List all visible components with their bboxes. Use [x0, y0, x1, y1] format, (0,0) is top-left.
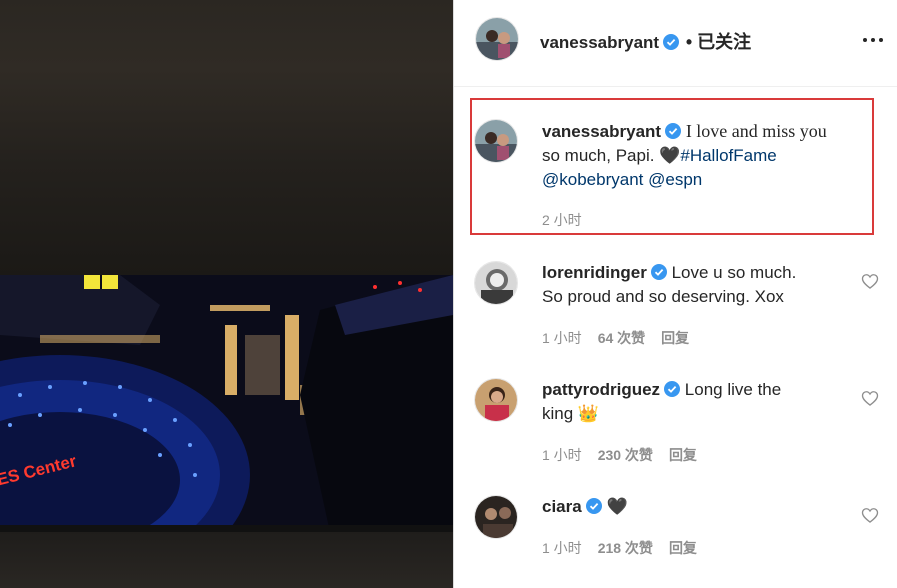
more-options-icon[interactable]: [863, 38, 883, 42]
verified-badge-icon: [665, 123, 682, 139]
arena-aerial-image: ES Center: [0, 275, 453, 532]
comment-body: So proud and so deserving. Xox: [542, 287, 784, 306]
author-line: vanessabryant • 已关注: [540, 28, 751, 54]
media-dark-bottom: [0, 532, 453, 588]
caption-meta: 2 小时: [542, 210, 598, 230]
comment-body: king 👑: [542, 404, 600, 423]
verified-badge-icon: [663, 34, 680, 50]
black-heart-emoji: 🖤: [659, 146, 681, 165]
comment-body: 🖤: [606, 497, 628, 516]
verified-badge-icon: [650, 264, 667, 280]
comment-meta: 1 小时 230 次赞 回复: [542, 445, 713, 465]
comment-body: Love u so much.: [671, 263, 797, 282]
post-side-panel: vanessabryant • 已关注 vanessabryant I love…: [454, 0, 897, 588]
media-dark-top: [0, 0, 453, 275]
header-divider: [454, 86, 897, 87]
reply-button[interactable]: 回复: [669, 447, 697, 463]
post-header: vanessabryant • 已关注: [454, 0, 897, 87]
caption-body: so much, Papi.: [542, 146, 655, 165]
verified-badge-icon: [664, 381, 681, 397]
comment-item: ciara 🖤 1 小时 218 次赞 回复: [474, 495, 879, 565]
heart-outline-icon[interactable]: [860, 388, 880, 408]
mention-link[interactable]: @espn: [648, 170, 702, 189]
reply-button[interactable]: 回复: [669, 540, 697, 556]
author-username[interactable]: vanessabryant: [540, 33, 659, 52]
caption-timestamp[interactable]: 2 小时: [542, 212, 582, 228]
comment-avatar[interactable]: [474, 495, 518, 539]
comment-meta: 1 小时 64 次赞 回复: [542, 328, 705, 348]
hashtag-link[interactable]: #HallofFame: [680, 146, 776, 165]
comment-timestamp[interactable]: 1 小时: [542, 447, 582, 463]
caption-username[interactable]: vanessabryant: [542, 122, 661, 141]
caption-text: vanessabryant I love and miss you so muc…: [542, 119, 862, 192]
comment-text: pattyrodriguez Long live the king 👑: [542, 378, 862, 426]
comment-like-count[interactable]: 64 次赞: [598, 330, 645, 346]
author-avatar[interactable]: [475, 17, 519, 61]
follow-status[interactable]: • 已关注: [686, 32, 751, 52]
comment-item: lorenridinger Love u so much. So proud a…: [474, 261, 879, 351]
caption-avatar[interactable]: [474, 119, 518, 163]
comment-username[interactable]: lorenridinger: [542, 263, 647, 282]
comment-like-count[interactable]: 230 次赞: [598, 447, 653, 463]
comment-avatar[interactable]: [474, 261, 518, 305]
verified-badge-icon: [585, 498, 602, 514]
mention-link[interactable]: @kobebryant: [542, 170, 643, 189]
comment-timestamp[interactable]: 1 小时: [542, 540, 582, 556]
heart-outline-icon[interactable]: [860, 271, 880, 291]
comment-body: Long live the: [684, 380, 782, 399]
heart-outline-icon[interactable]: [860, 505, 880, 525]
comment-text: ciara 🖤: [542, 495, 862, 519]
comment-username[interactable]: ciara: [542, 497, 582, 516]
caption: vanessabryant I love and miss you so muc…: [474, 119, 874, 229]
comment-username[interactable]: pattyrodriguez: [542, 380, 660, 399]
comment-text: lorenridinger Love u so much. So proud a…: [542, 261, 862, 309]
comment-timestamp[interactable]: 1 小时: [542, 330, 582, 346]
comment-avatar[interactable]: [474, 378, 518, 422]
caption-body-serif: I love and miss you: [685, 121, 827, 141]
comment-like-count[interactable]: 218 次赞: [598, 540, 653, 556]
comment-item: pattyrodriguez Long live the king 👑 1 小时…: [474, 378, 879, 468]
comment-meta: 1 小时 218 次赞 回复: [542, 538, 713, 558]
post-media[interactable]: ES Center: [0, 0, 453, 588]
reply-button[interactable]: 回复: [661, 330, 689, 346]
